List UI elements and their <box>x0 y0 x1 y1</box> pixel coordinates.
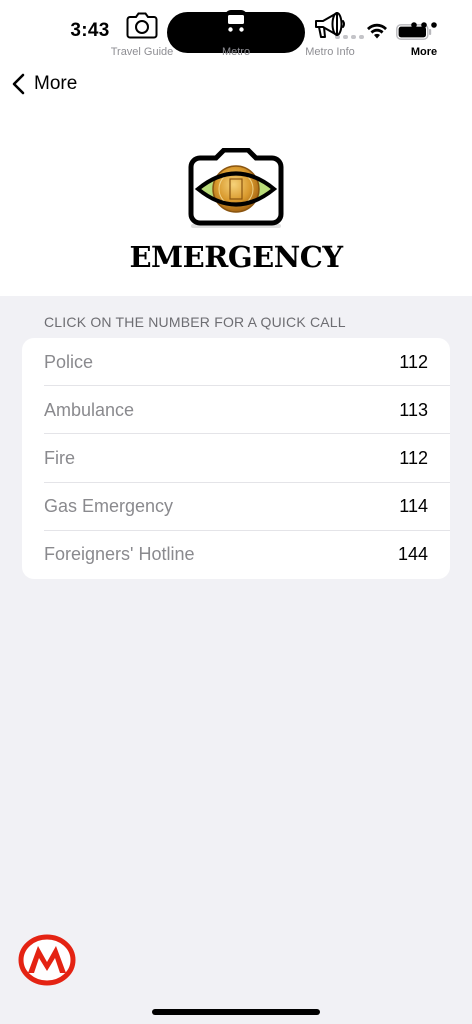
tab-more[interactable]: More <box>394 0 454 70</box>
tab-metro-info[interactable]: Metro Info <box>294 0 366 70</box>
item-label: Police <box>44 351 94 372</box>
megaphone-icon <box>315 12 345 38</box>
list-item-fire[interactable]: Fire 112 <box>22 434 450 483</box>
home-indicator[interactable] <box>152 1009 320 1015</box>
chevron-left-icon <box>12 73 25 95</box>
tab-label: Metro Info <box>305 46 355 58</box>
back-label: More <box>34 73 78 94</box>
back-button[interactable]: More <box>10 68 77 100</box>
emergency-list: Police 112 Ambulance 113 Fire 112 Gas Em… <box>22 338 450 579</box>
item-label: Ambulance <box>44 399 135 420</box>
camera-coin-logo-icon <box>188 148 284 228</box>
list-item-ambulance[interactable]: Ambulance 113 <box>22 386 450 435</box>
tab-metro[interactable]: Metro <box>200 0 272 70</box>
tab-travel-guide[interactable]: Travel Guide <box>104 0 180 70</box>
tab-label: Travel Guide <box>110 46 174 58</box>
metro-logo-icon[interactable] <box>18 934 76 986</box>
call-number[interactable]: 113 <box>399 400 428 421</box>
list-item-foreigners-hotline[interactable]: Foreigners' Hotline 144 <box>22 531 450 579</box>
call-number[interactable]: 144 <box>398 544 428 565</box>
train-icon <box>223 10 249 42</box>
call-number[interactable]: 114 <box>399 496 428 517</box>
section-header: CLICK ON THE NUMBER FOR A QUICK CALL <box>44 314 346 330</box>
wifi-icon <box>367 23 387 39</box>
call-number[interactable]: 112 <box>399 448 428 469</box>
more-icon <box>411 22 437 28</box>
list-item-gas-emergency[interactable]: Gas Emergency 114 <box>22 483 450 531</box>
tab-label: Metro <box>221 46 251 58</box>
item-label: Fire <box>44 447 75 468</box>
list-item-police[interactable]: Police 112 <box>22 338 450 387</box>
call-number[interactable]: 112 <box>399 352 428 373</box>
page-title: EMERGENCY <box>129 240 343 274</box>
tab-label: More <box>410 46 438 58</box>
item-label: Foreigners' Hotline <box>44 544 195 565</box>
camera-icon <box>126 12 158 39</box>
item-label: Gas Emergency <box>44 496 174 517</box>
